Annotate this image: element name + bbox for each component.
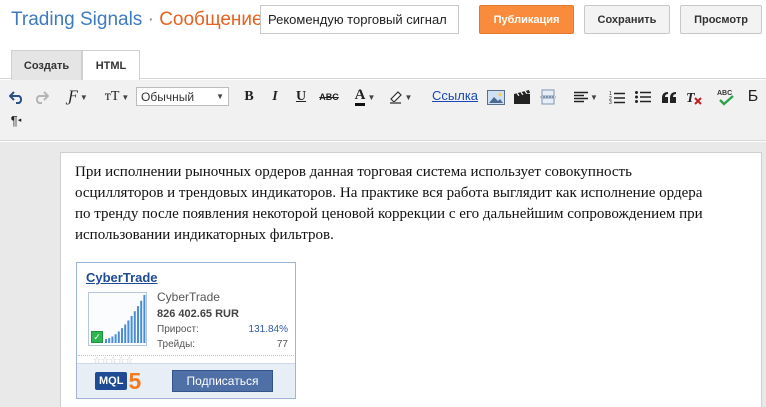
highlight-icon <box>389 91 402 104</box>
align-icon <box>574 91 589 102</box>
signal-name-link[interactable]: CyberTrade <box>86 270 158 285</box>
chevron-down-icon: ▼ <box>367 92 376 102</box>
chevron-down-icon: ▼ <box>121 92 130 102</box>
editor-mode-tabs: Создать HTML <box>0 42 766 80</box>
preview-button[interactable]: Просмотр <box>680 5 762 34</box>
growth-row: Прирост: 131.84% <box>157 324 288 335</box>
image-icon[interactable] <box>486 88 506 106</box>
bold-icon[interactable]: B <box>240 88 258 106</box>
signal-subname: CyberTrade <box>157 290 220 304</box>
insert-link-button[interactable]: Ссылка <box>432 88 478 103</box>
signal-widget: CyberTrade ✓ ☆☆☆☆☆ CyberTrade 826 402.65… <box>76 262 296 399</box>
trades-label: Трейды: <box>157 339 196 350</box>
font-size-icon: тT <box>104 89 120 104</box>
format-select-value: Обычный <box>141 89 195 104</box>
page-title: Trading Signals · Сообщение <box>11 9 263 31</box>
growth-chart-bar <box>111 336 114 343</box>
growth-chart-bar <box>127 320 130 343</box>
growth-value: 131.84% <box>248 324 288 335</box>
save-button[interactable]: Сохранить <box>584 5 670 34</box>
title-separator: · <box>147 9 154 30</box>
blog-name-link[interactable]: Trading Signals <box>11 9 142 30</box>
chevron-down-icon: ▼ <box>590 92 598 102</box>
mql5-logo-number: 5 <box>128 368 142 394</box>
italic-icon[interactable]: I <box>266 88 284 106</box>
signal-balance: 826 402.65 RUR <box>157 308 239 320</box>
growth-chart-bar <box>105 339 107 343</box>
widget-footer: MQL 5 Подписаться <box>77 363 295 398</box>
mql5-logo-text: MQL <box>95 372 128 390</box>
growth-chart-bar <box>108 338 111 343</box>
widget-divider <box>78 355 294 356</box>
tab-html[interactable]: HTML <box>82 50 140 80</box>
post-title-input[interactable] <box>260 5 459 34</box>
growth-chart-bar <box>130 316 133 343</box>
svg-text:ABC: ABC <box>717 90 732 97</box>
rtl-label: ¶ <box>10 112 18 128</box>
paragraph-format-select[interactable]: Обычный ▼ <box>136 87 229 106</box>
video-icon[interactable] <box>512 88 532 106</box>
growth-chart: ✓ <box>88 292 147 346</box>
subscribe-button[interactable]: Подписаться <box>172 370 273 392</box>
rtl-arrow-icon: ◂ <box>17 117 22 124</box>
trades-row: Трейды: 77 <box>157 339 288 350</box>
mql5-logo[interactable]: MQL 5 <box>95 369 141 393</box>
text-color-button[interactable]: A ▼ <box>350 86 380 108</box>
growth-chart-bar <box>140 300 143 343</box>
growth-chart-bar <box>143 295 146 343</box>
highlight-button[interactable]: ▼ <box>385 86 415 108</box>
growth-chart-bar <box>137 306 139 343</box>
clear-format-icon[interactable]: T <box>684 88 704 106</box>
language-icon[interactable]: Б <box>744 86 762 108</box>
underline-icon[interactable]: U <box>292 88 310 106</box>
svg-text:T: T <box>686 91 696 105</box>
align-dropdown[interactable]: ▼ <box>572 87 600 107</box>
rtl-icon[interactable]: ¶ ◂ <box>8 112 24 128</box>
font-family-dropdown[interactable]: Ƒ ▼ <box>62 87 94 107</box>
strikethrough-icon[interactable]: ABC <box>316 88 342 106</box>
growth-chart-bar <box>114 334 117 343</box>
spellcheck-button[interactable]: ABC <box>716 87 736 107</box>
quote-icon[interactable] <box>660 88 678 106</box>
post-editor-header: Trading Signals · Сообщение Публикация С… <box>0 0 766 42</box>
section-label: Сообщение <box>159 9 263 30</box>
svg-text:3: 3 <box>609 100 612 104</box>
publish-button[interactable]: Публикация <box>479 5 574 34</box>
numbered-list-icon[interactable]: 123 <box>608 88 626 106</box>
growth-chart-bar <box>121 328 123 343</box>
bulleted-list-icon[interactable] <box>634 88 652 106</box>
font-icon: Ƒ <box>68 88 78 105</box>
chevron-down-icon: ▼ <box>79 92 88 102</box>
growth-chart-bar <box>133 311 136 343</box>
spellcheck-icon: ABC <box>717 90 734 106</box>
redo-icon[interactable] <box>32 88 50 106</box>
chevron-down-icon: ▼ <box>404 92 413 102</box>
tab-compose[interactable]: Создать <box>11 50 82 80</box>
growth-label: Прирост: <box>157 324 199 335</box>
undo-icon[interactable] <box>8 88 26 106</box>
chevron-down-icon: ▼ <box>216 92 224 101</box>
verified-check-icon: ✓ <box>91 331 103 343</box>
growth-chart-bar <box>117 331 120 343</box>
font-size-dropdown[interactable]: тT ▼ <box>100 87 134 107</box>
text-color-icon: A <box>354 88 366 106</box>
growth-chart-bar <box>124 324 127 343</box>
jump-break-icon[interactable] <box>538 88 558 106</box>
post-body-paragraph[interactable]: При исполнении рыночных ордеров данная т… <box>75 162 715 246</box>
trades-value: 77 <box>276 339 288 350</box>
